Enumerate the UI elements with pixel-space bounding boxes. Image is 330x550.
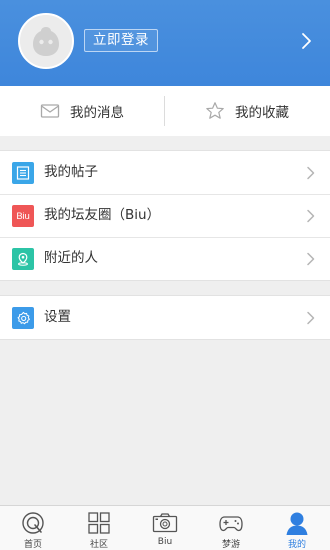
tab-dream-tour-label: 梦游 xyxy=(221,540,240,550)
chevron-right-icon xyxy=(307,209,315,223)
divider xyxy=(164,96,165,126)
avatar[interactable] xyxy=(18,13,74,69)
tab-dream-tour[interactable]: 梦游 xyxy=(198,506,264,550)
tab-home-label: 首页 xyxy=(23,540,42,550)
my-favorites-label: 我的收藏 xyxy=(235,105,289,121)
biu-icon-text: Biu xyxy=(16,210,30,222)
tab-mine-label: 我的 xyxy=(287,540,306,550)
tab-community[interactable]: 社区 xyxy=(66,506,132,550)
envelope-icon xyxy=(40,104,60,118)
login-button[interactable]: 立即登录 xyxy=(84,29,158,52)
chevron-right-icon xyxy=(307,166,315,180)
menu-item-my-posts[interactable]: 我的帖子 xyxy=(0,151,330,194)
chevron-right-icon xyxy=(307,252,315,266)
menu-group-main: 我的帖子 Biu 我的坛友圈（Biu） 附近的人 xyxy=(0,150,330,281)
bottom-tab-bar: 首页 社区 Biu 梦游 我的 xyxy=(0,505,330,550)
chevron-right-icon[interactable] xyxy=(300,32,312,50)
menu-label-my-circle: 我的坛友圈（Biu） xyxy=(44,207,161,223)
tab-home[interactable]: 首页 xyxy=(0,506,66,550)
tab-biu-label: Biu xyxy=(157,537,173,547)
star-icon xyxy=(206,102,224,119)
menu-label-settings: 设置 xyxy=(44,309,71,325)
posts-icon xyxy=(12,162,34,184)
location-pin-icon xyxy=(12,248,34,270)
menu-group-settings: 设置 xyxy=(0,295,330,340)
my-messages-button[interactable]: 我的消息 xyxy=(40,86,124,136)
tab-biu[interactable]: Biu xyxy=(132,506,198,550)
tab-community-label: 社区 xyxy=(89,540,108,550)
menu-label-nearby-people: 附近的人 xyxy=(44,250,98,266)
my-favorites-button[interactable]: 我的收藏 xyxy=(205,86,289,136)
profile-header[interactable]: 立即登录 xyxy=(0,0,330,86)
my-messages-label: 我的消息 xyxy=(70,105,124,121)
home-compass-icon xyxy=(22,512,44,534)
quick-actions-row: 我的消息 我的收藏 xyxy=(0,86,330,136)
menu-item-nearby-people[interactable]: 附近的人 xyxy=(0,237,330,280)
menu-item-my-circle[interactable]: Biu 我的坛友圈（Biu） xyxy=(0,194,330,237)
grid-icon xyxy=(88,512,110,534)
tab-mine[interactable]: 我的 xyxy=(264,506,330,550)
menu-item-settings[interactable]: 设置 xyxy=(0,296,330,339)
user-icon xyxy=(286,512,308,535)
biu-icon: Biu xyxy=(12,205,34,227)
camera-icon xyxy=(152,513,178,533)
chevron-right-icon xyxy=(307,311,315,325)
default-avatar-icon xyxy=(20,15,72,67)
menu-label-my-posts: 我的帖子 xyxy=(44,164,98,180)
gamepad-icon xyxy=(219,516,243,532)
gear-icon xyxy=(12,307,34,329)
